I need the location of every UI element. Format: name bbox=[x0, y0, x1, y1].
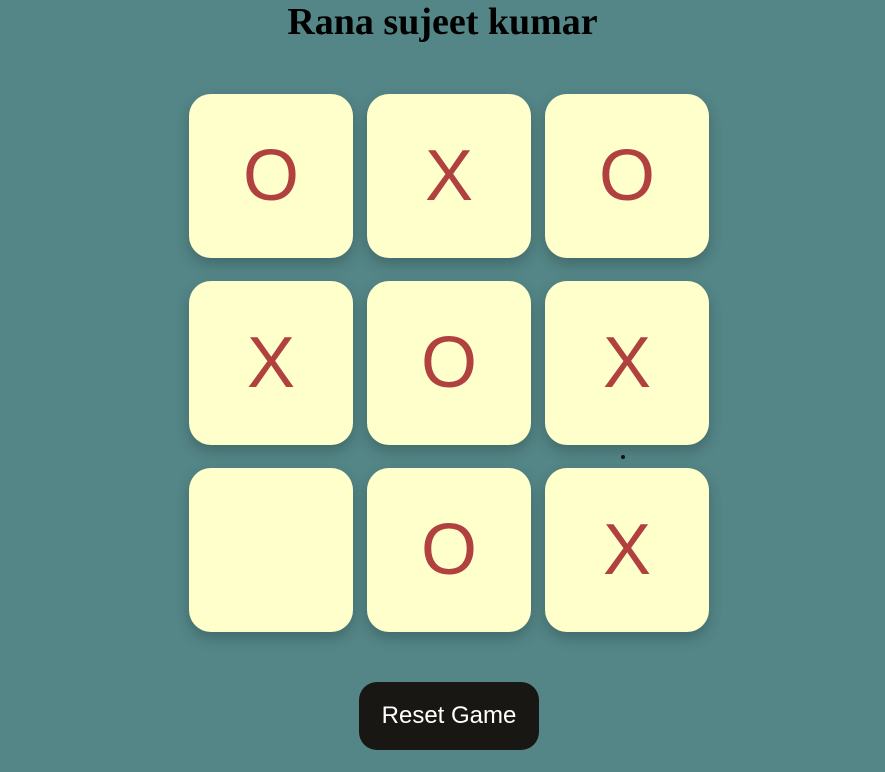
reset-game-button[interactable]: Reset Game bbox=[359, 682, 539, 750]
board-cell[interactable]: X bbox=[545, 468, 709, 632]
board-cell[interactable]: O bbox=[367, 468, 531, 632]
board-cell[interactable]: X bbox=[545, 281, 709, 445]
board-cell[interactable]: O bbox=[189, 94, 353, 258]
board-cell[interactable] bbox=[189, 468, 353, 632]
board-cell[interactable]: X bbox=[189, 281, 353, 445]
board-cell[interactable]: O bbox=[545, 94, 709, 258]
board-cell[interactable]: O bbox=[367, 281, 531, 445]
game-board: O X O X O X O X bbox=[189, 94, 709, 632]
page-title: Rana sujeet kumar bbox=[287, 1, 598, 43]
board-cell[interactable]: X bbox=[367, 94, 531, 258]
cursor-dot bbox=[621, 455, 625, 459]
